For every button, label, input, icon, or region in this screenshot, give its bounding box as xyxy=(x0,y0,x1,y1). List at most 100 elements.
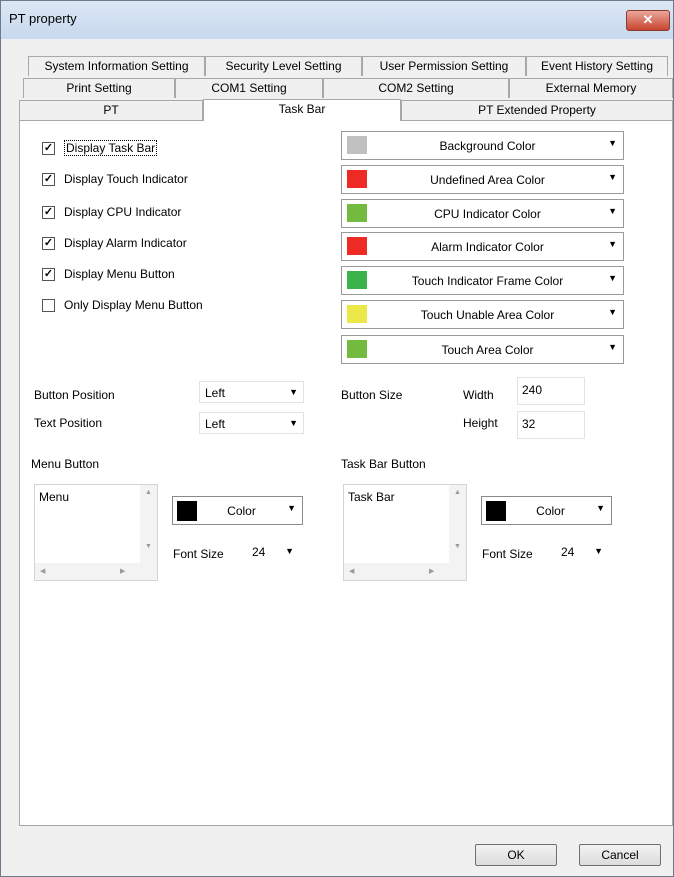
dropdown-label: Alarm Indicator Color xyxy=(431,240,544,254)
scroll-right-icon[interactable]: ▶ xyxy=(429,567,434,575)
dropdown-label: Background Color xyxy=(439,139,536,153)
checkbox-label: Only Display Menu Button xyxy=(64,298,203,312)
color-swatch xyxy=(347,170,367,188)
dropdown-label: CPU Indicator Color xyxy=(434,207,541,221)
checkbox-box: ✓ xyxy=(42,205,55,219)
color-swatch xyxy=(347,340,367,358)
display-menu-button-checkbox[interactable]: ✓ Display Menu Button xyxy=(42,265,175,283)
display-touch-indicator-checkbox[interactable]: ✓ Display Touch Indicator xyxy=(42,170,188,188)
touch-indicator-frame-color-dropdown[interactable]: Touch Indicator Frame Color ▼ xyxy=(341,266,624,295)
chevron-down-icon: ▼ xyxy=(608,239,617,249)
scroll-left-icon[interactable]: ◀ xyxy=(40,567,45,575)
scroll-up-icon[interactable]: ▲ xyxy=(454,489,461,496)
vertical-scrollbar[interactable]: ▲ ▼ xyxy=(449,485,466,563)
text-position-select[interactable]: Left ▼ xyxy=(199,412,304,434)
chevron-down-icon: ▼ xyxy=(289,387,298,397)
select-value: Left xyxy=(205,386,226,400)
height-input[interactable]: 32 xyxy=(517,411,585,439)
checkbox-box: ✓ xyxy=(42,236,55,250)
input-value: 240 xyxy=(522,383,543,397)
scroll-left-icon[interactable]: ◀ xyxy=(349,567,354,575)
chevron-down-icon: ▼ xyxy=(608,307,617,317)
checkbox-label: Display Menu Button xyxy=(64,267,175,281)
dropdown-label: Touch Area Color xyxy=(441,343,534,357)
undefined-area-color-dropdown[interactable]: Undefined Area Color ▼ xyxy=(341,165,624,194)
touch-area-color-dropdown[interactable]: Touch Area Color ▼ xyxy=(341,335,624,364)
color-swatch xyxy=(347,271,367,289)
color-swatch xyxy=(486,501,506,521)
task-bar-button-text-box[interactable]: Task Bar ▲ ▼ ◀ ▶ xyxy=(343,484,467,581)
chevron-down-icon: ▼ xyxy=(608,342,617,352)
scroll-up-icon[interactable]: ▲ xyxy=(145,489,152,496)
scroll-down-icon[interactable]: ▼ xyxy=(454,543,461,550)
tab-event-history-setting[interactable]: Event History Setting xyxy=(526,56,668,76)
color-swatch xyxy=(347,305,367,323)
display-cpu-indicator-checkbox[interactable]: ✓ Display CPU Indicator xyxy=(42,203,181,221)
color-label: Color xyxy=(227,504,256,518)
menu-font-size-select[interactable]: 24 ▼ xyxy=(246,541,298,563)
pt-property-dialog: PT property ✕ System Information Setting… xyxy=(0,0,674,877)
color-swatch xyxy=(347,204,367,222)
background-color-dropdown[interactable]: Background Color ▼ xyxy=(341,131,624,160)
cpu-indicator-color-dropdown[interactable]: CPU Indicator Color ▼ xyxy=(341,199,624,228)
tab-com2-setting[interactable]: COM2 Setting xyxy=(323,78,509,98)
text-box-value: Menu xyxy=(39,490,70,504)
checkbox-box: ✓ xyxy=(42,267,55,281)
checkbox-label: Display Alarm Indicator xyxy=(64,236,187,250)
tab-system-information-setting[interactable]: System Information Setting xyxy=(28,56,205,76)
menu-font-size-label: Font Size xyxy=(173,547,224,561)
ok-button[interactable]: OK xyxy=(475,844,557,866)
text-position-label: Text Position xyxy=(34,416,103,430)
chevron-down-icon: ▼ xyxy=(596,503,605,513)
color-swatch xyxy=(347,237,367,255)
chevron-down-icon: ▼ xyxy=(287,503,296,513)
horizontal-scrollbar[interactable]: ◀ ▶ xyxy=(344,563,466,580)
tab-task-bar[interactable]: Task Bar xyxy=(203,99,401,121)
input-value: 32 xyxy=(522,417,536,431)
chevron-down-icon: ▼ xyxy=(285,546,294,556)
scroll-right-icon[interactable]: ▶ xyxy=(120,567,125,575)
text-box-value: Task Bar xyxy=(348,490,395,504)
tab-pt-extended-property[interactable]: PT Extended Property xyxy=(401,100,673,120)
tab-external-memory[interactable]: External Memory xyxy=(509,78,673,98)
title-bar: PT property ✕ xyxy=(1,1,673,39)
tab-com1-setting[interactable]: COM1 Setting xyxy=(175,78,323,98)
task-bar-button-section-label: Task Bar Button xyxy=(341,457,426,471)
display-task-bar-checkbox[interactable]: ✓ Display Task Bar xyxy=(42,139,158,157)
task-bar-font-size-select[interactable]: 24 ▼ xyxy=(555,541,607,563)
chevron-down-icon: ▼ xyxy=(608,138,617,148)
tab-pt[interactable]: PT xyxy=(19,100,203,120)
scroll-down-icon[interactable]: ▼ xyxy=(145,543,152,550)
checkbox-label: Display Touch Indicator xyxy=(64,172,188,186)
touch-unable-area-color-dropdown[interactable]: Touch Unable Area Color ▼ xyxy=(341,300,624,329)
tab-security-level-setting[interactable]: Security Level Setting xyxy=(205,56,362,76)
display-alarm-indicator-checkbox[interactable]: ✓ Display Alarm Indicator xyxy=(42,234,187,252)
select-value: 24 xyxy=(561,545,575,559)
color-label: Color xyxy=(536,504,565,518)
horizontal-scrollbar[interactable]: ◀ ▶ xyxy=(35,563,157,580)
only-display-menu-button-checkbox[interactable]: Only Display Menu Button xyxy=(42,296,203,314)
color-swatch xyxy=(177,501,197,521)
tab-user-permission-setting[interactable]: User Permission Setting xyxy=(362,56,526,76)
width-input[interactable]: 240 xyxy=(517,377,585,405)
height-label: Height xyxy=(463,416,498,430)
tab-print-setting[interactable]: Print Setting xyxy=(23,78,175,98)
task-bar-font-size-label: Font Size xyxy=(482,547,533,561)
chevron-down-icon: ▼ xyxy=(608,172,617,182)
button-position-select[interactable]: Left ▼ xyxy=(199,381,304,403)
select-value: 24 xyxy=(252,545,266,559)
menu-button-text-box[interactable]: Menu ▲ ▼ ◀ ▶ xyxy=(34,484,158,581)
button-position-label: Button Position xyxy=(34,388,115,402)
checkbox-label: Display CPU Indicator xyxy=(64,205,182,219)
checkbox-box: ✓ xyxy=(42,172,55,186)
vertical-scrollbar[interactable]: ▲ ▼ xyxy=(140,485,157,563)
task-bar-button-color-picker[interactable]: Color ▼ xyxy=(481,496,612,525)
menu-button-color-picker[interactable]: Color ▼ xyxy=(172,496,303,525)
checkbox-box xyxy=(42,298,55,312)
cancel-button[interactable]: Cancel xyxy=(579,844,661,866)
close-button[interactable]: ✕ xyxy=(626,10,670,31)
checkbox-box: ✓ xyxy=(42,141,55,155)
button-size-label: Button Size xyxy=(341,388,403,402)
checkbox-label: Display Task Bar xyxy=(64,140,158,156)
alarm-indicator-color-dropdown[interactable]: Alarm Indicator Color ▼ xyxy=(341,232,624,261)
